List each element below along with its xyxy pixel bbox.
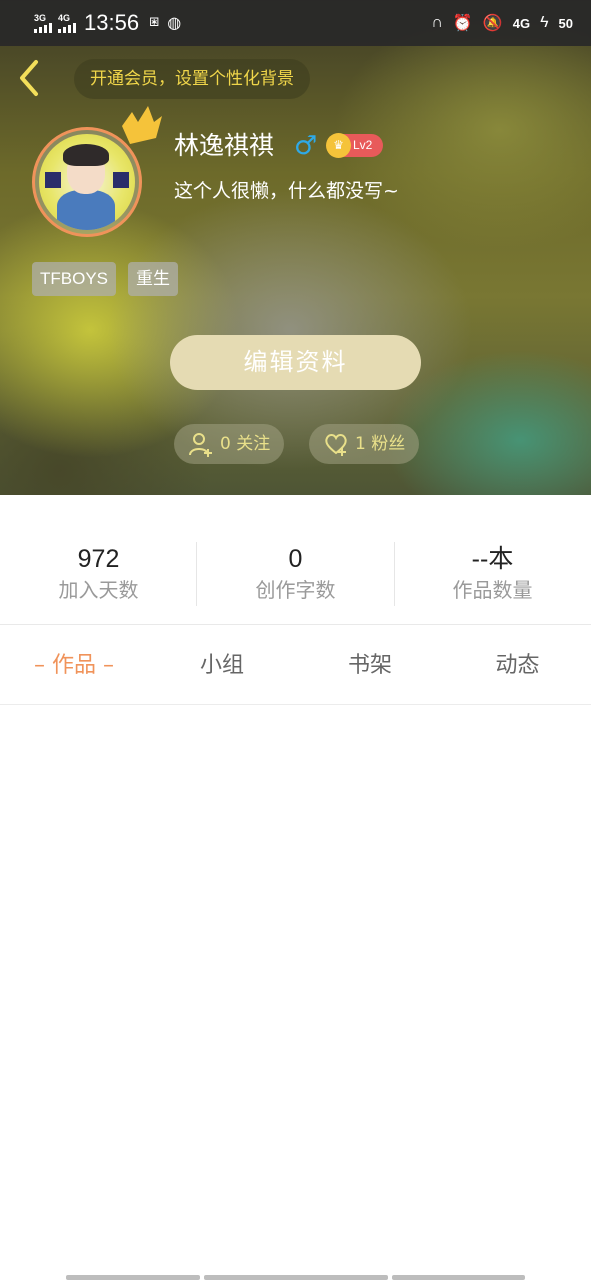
network-type-label: 3G [34, 12, 47, 23]
tab-bookshelf[interactable]: 书架 [296, 626, 444, 705]
status-bar: 3G 4G 13:56 ⧆ ◍ ∩ ⏰ 🔕 4G ϟ 50 [0, 0, 591, 46]
heart-plus-icon [325, 434, 347, 456]
level-crown-icon: ♛ [326, 133, 351, 158]
tag[interactable]: 重生 [128, 262, 179, 296]
avatar-image [39, 134, 135, 230]
nav-gesture-bar [66, 1275, 200, 1280]
fans-button[interactable]: 1 粉丝 [309, 424, 420, 464]
signal-2: 4G [58, 12, 76, 33]
avatar-figure-hair [63, 144, 109, 166]
fans-count: 1 粉丝 [355, 434, 406, 454]
status-icons-left: ⧆ ◍ [149, 13, 181, 33]
stat-value: --本 [471, 545, 514, 573]
signal-indicators: 3G 4G [34, 12, 76, 33]
network-type-label: 4G [58, 12, 71, 23]
nav-gesture-bar [204, 1275, 388, 1280]
profile-header: 3G 4G 13:56 ⧆ ◍ ∩ ⏰ 🔕 4G ϟ 50 开通会员，设置个性化… [0, 0, 591, 495]
edit-profile-button[interactable]: 编辑资料 [170, 335, 421, 390]
level-badge[interactable]: ♛ Lv2 [326, 133, 383, 158]
crown-icon [122, 106, 162, 144]
profile-bio: 这个人很懒，什么都没写~ [174, 180, 399, 202]
chevron-left-icon [20, 60, 38, 96]
stat-value: 0 [288, 545, 303, 573]
stat-days-joined: 972 加入天数 [0, 543, 197, 605]
stat-label: 作品数量 [452, 578, 533, 602]
following-count: 0 关注 [220, 434, 271, 454]
level-text: Lv2 [353, 138, 373, 152]
profile-tabs: – 作品 – 小组 书架 动态 [0, 626, 591, 705]
screenshot-icon: ⧆ [149, 13, 160, 30]
following-button[interactable]: 0 关注 [174, 424, 285, 464]
stat-value: 972 [77, 545, 120, 573]
username: 林逸祺祺 [174, 131, 275, 160]
nav-gesture-bar [392, 1275, 525, 1280]
network-4g-label: 4G [512, 15, 531, 31]
tab-activity[interactable]: 动态 [444, 626, 591, 705]
add-user-icon [189, 433, 212, 457]
clock: 13:56 [84, 10, 140, 35]
signal-bars-icon [34, 22, 52, 33]
stat-words-written: 0 创作字数 [197, 543, 394, 605]
battery-level: 50 [558, 15, 573, 31]
avatar-decoration-right [113, 172, 129, 188]
stat-label: 加入天数 [58, 578, 139, 602]
profile-stats: 972 加入天数 0 创作字数 --本 作品数量 [0, 495, 591, 625]
mute-bell-icon: 🔕 [482, 15, 503, 32]
signal-bars-icon [58, 22, 76, 33]
stat-label: 创作字数 [255, 578, 336, 602]
avatar-figure-body [57, 190, 115, 230]
back-button[interactable] [14, 58, 48, 98]
globe-icon: ◍ [167, 15, 182, 32]
headphones-icon: ∩ [431, 14, 443, 31]
vip-background-banner[interactable]: 开通会员，设置个性化背景 [74, 59, 310, 99]
stat-works-count: --本 作品数量 [394, 543, 591, 605]
charging-icon: ϟ [540, 14, 549, 31]
signal-1: 3G [34, 12, 52, 33]
interest-tags: TFBOYS 重生 [32, 262, 179, 296]
male-gender-icon: ♂ [294, 131, 318, 161]
tag[interactable]: TFBOYS [32, 262, 117, 296]
avatar-decoration-left [45, 172, 61, 188]
alarm-icon: ⏰ [452, 15, 473, 32]
tab-works[interactable]: – 作品 – [0, 626, 148, 705]
status-icons-right: ∩ ⏰ 🔕 4G ϟ 50 [431, 13, 573, 33]
tab-groups[interactable]: 小组 [148, 626, 296, 705]
